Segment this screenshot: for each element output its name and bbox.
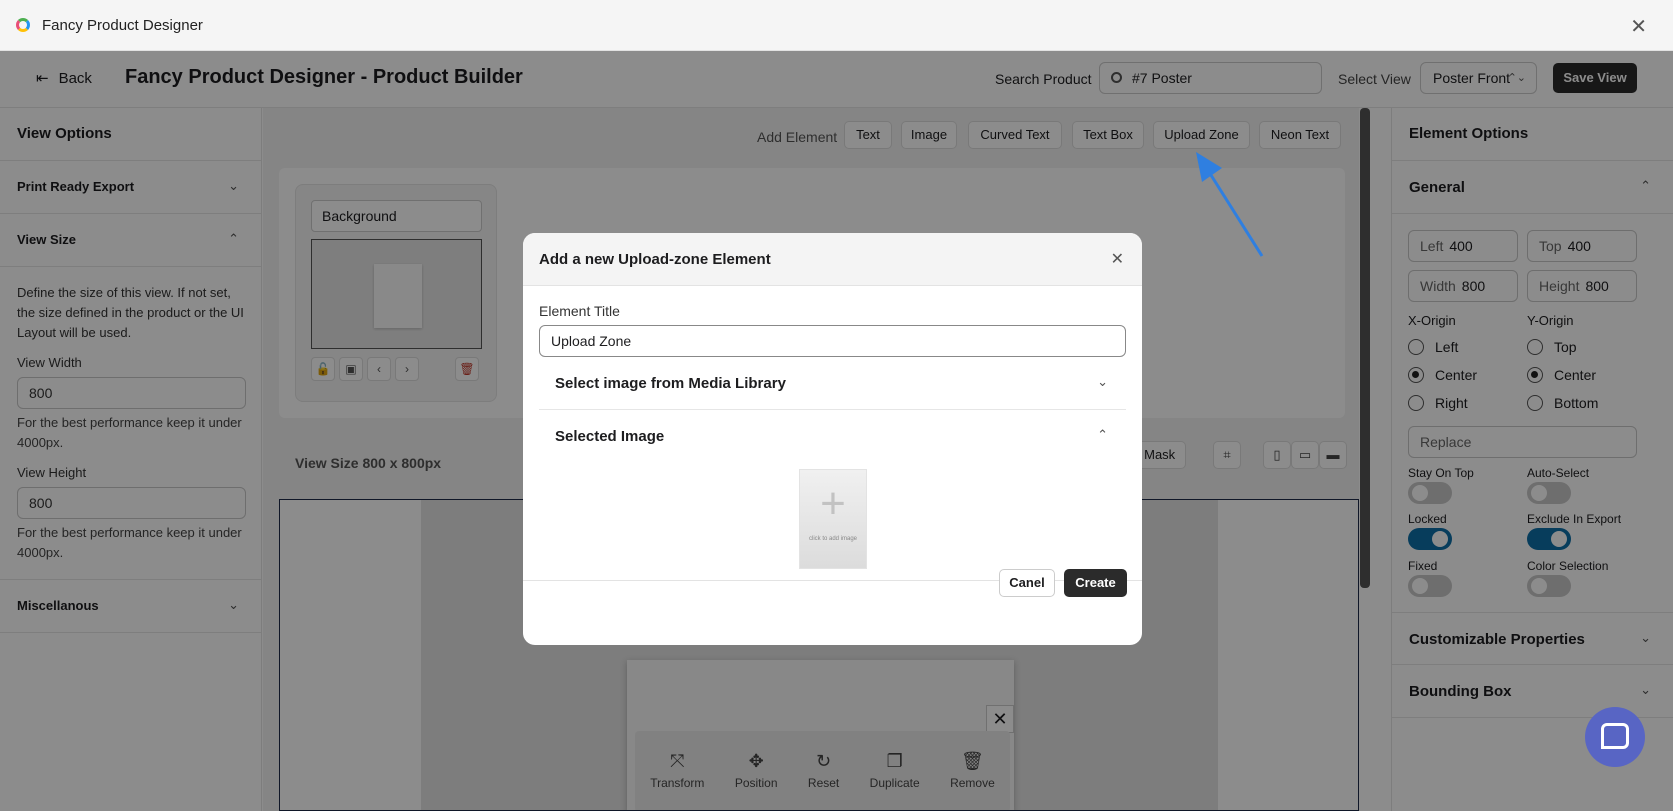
- placeholder-text: click to add image: [808, 536, 858, 542]
- selected-image-accordion[interactable]: Selected Image ⌃: [539, 410, 1126, 463]
- pointer-arrow-icon: [1196, 152, 1264, 257]
- modal-title: Add a new Upload-zone Element: [539, 251, 771, 268]
- window-titlebar: Fancy Product Designer ✕: [0, 0, 1673, 51]
- window-close-icon[interactable]: ✕: [1630, 14, 1647, 39]
- chevron-down-icon: ⌄: [1097, 374, 1108, 389]
- window-title: Fancy Product Designer: [42, 16, 203, 34]
- modal-header: Add a new Upload-zone Element ✕: [523, 233, 1142, 286]
- selected-image-area: + click to add image: [523, 463, 1142, 581]
- cancel-button[interactable]: Canel: [999, 569, 1055, 597]
- chevron-up-icon: ⌃: [1097, 427, 1108, 442]
- modal-body: Element Title Upload Zone Select image f…: [523, 286, 1142, 581]
- upload-placeholder-image[interactable]: + click to add image: [799, 469, 867, 569]
- modal-footer: Canel Create: [523, 569, 1142, 645]
- close-icon[interactable]: ✕: [1111, 249, 1124, 269]
- media-library-label: Select image from Media Library: [555, 375, 786, 392]
- chat-icon: [1601, 723, 1629, 749]
- upload-zone-modal: Add a new Upload-zone Element ✕ Element …: [523, 233, 1142, 645]
- element-title-label: Element Title: [539, 303, 620, 319]
- app-logo-icon: [16, 18, 30, 32]
- selected-image-label: Selected Image: [555, 428, 665, 445]
- media-library-accordion[interactable]: Select image from Media Library ⌄: [539, 357, 1126, 410]
- create-button[interactable]: Create: [1064, 569, 1127, 597]
- help-chat-button[interactable]: [1585, 707, 1645, 767]
- plus-icon: +: [820, 479, 846, 528]
- element-title-input[interactable]: Upload Zone: [539, 325, 1126, 357]
